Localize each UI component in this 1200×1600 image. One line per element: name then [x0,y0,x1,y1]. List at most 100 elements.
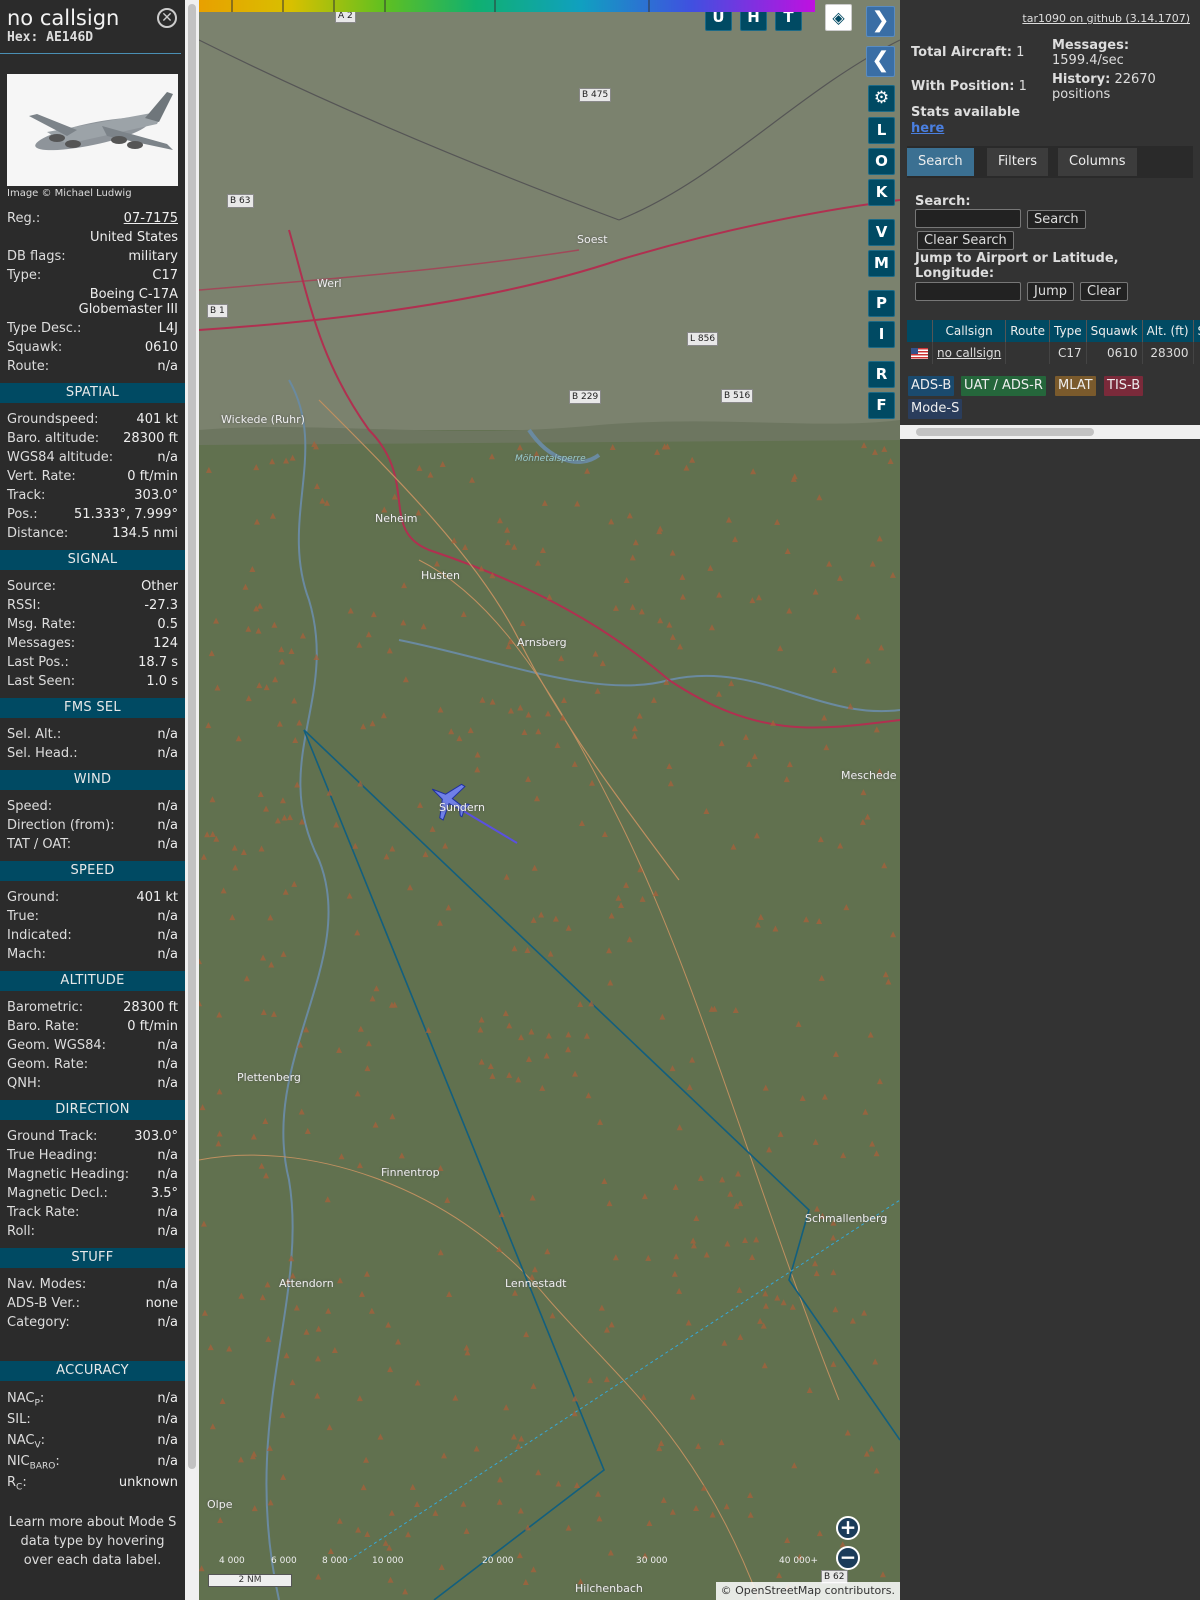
aircraft-photo[interactable] [7,74,178,186]
info-key[interactable]: Track Rate: [7,1203,79,1222]
jump-button[interactable]: Jump [1027,282,1074,301]
accuracy-key[interactable]: NICBARO: [7,1451,60,1472]
button-i[interactable]: I [868,321,895,348]
column-header[interactable] [907,320,933,342]
button-r[interactable]: R [868,361,895,388]
table-horizontal-scrollbar-thumb[interactable] [916,428,1094,436]
map-attribution[interactable]: © OpenStreetMap contributors. [715,1582,900,1600]
info-key[interactable]: Msg. Rate: [7,615,76,634]
button-m[interactable]: M [868,250,895,277]
accuracy-key[interactable]: NACP: [7,1388,44,1409]
info-key[interactable]: Geom. WGS84: [7,1036,106,1055]
jump-input[interactable] [915,282,1021,301]
info-key[interactable]: Track: [7,486,45,505]
sidebar-scrollbar[interactable] [185,0,199,1600]
detail-value: military [128,249,178,264]
info-key[interactable]: Category: [7,1313,70,1332]
info-value: n/a [157,947,178,962]
info-key[interactable]: Speed: [7,797,52,816]
close-icon[interactable]: ✕ [157,8,177,28]
map-view[interactable]: Soest Werl Wickede (Ruhr) Neheim Husten … [199,0,900,1600]
info-key[interactable]: ADS-B Ver.: [7,1294,80,1313]
layers-icon[interactable]: ◈ [825,4,852,31]
tab-filters[interactable]: Filters [987,148,1048,176]
clear-button[interactable]: Clear [1080,282,1128,301]
place-label-finnentrop: Finnentrop [381,1166,440,1179]
road-label-b63: B 63 [227,194,254,208]
zoom-in-icon[interactable]: + [836,1516,860,1540]
info-key[interactable]: Last Pos.: [7,653,69,672]
search-button[interactable]: Search [1027,210,1086,229]
button-k[interactable]: K [868,179,895,206]
column-header[interactable]: Route [1005,320,1051,342]
info-key[interactable]: True Heading: [7,1146,97,1165]
accuracy-key[interactable]: SIL: [7,1409,31,1430]
info-value: 3.5° [150,1186,178,1201]
info-key[interactable]: Last Seen: [7,672,75,691]
info-key[interactable]: Ground: [7,888,59,907]
info-key[interactable]: TAT / OAT: [7,835,71,854]
accuracy-key[interactable]: RC: [7,1472,27,1493]
info-key[interactable]: Direction (from): [7,816,115,835]
info-key[interactable]: RSSI: [7,596,41,615]
info-key[interactable]: Magnetic Heading: [7,1165,129,1184]
stats-link[interactable]: here [911,121,1020,137]
button-f[interactable]: F [868,392,895,419]
detail-value: C17 [152,268,178,283]
column-header[interactable]: Callsign [932,320,1007,342]
github-link[interactable]: tar1090 on github (3.14.1707) [1022,12,1190,25]
info-row: Magnetic Decl.: 3.5° [0,1184,185,1203]
table-cell [907,342,933,364]
callsign-link[interactable]: no callsign [932,342,1007,364]
column-header[interactable]: Squawk [1086,320,1143,342]
clear-search-button[interactable]: Clear Search [917,231,1014,250]
zoom-out-icon[interactable]: − [836,1546,860,1570]
info-key[interactable]: True: [7,907,39,926]
column-header[interactable]: Type [1049,320,1087,342]
messages-label: Messages: [1052,38,1130,53]
info-key[interactable]: Indicated: [7,926,72,945]
info-key[interactable]: Vert. Rate: [7,467,76,486]
section-fms-sel: FMS SEL [0,698,185,718]
gear-icon[interactable]: ⚙ [868,85,895,112]
info-key[interactable]: Sel. Alt.: [7,725,61,744]
button-v[interactable]: V [868,219,895,246]
table-row[interactable]: no callsign C17 0610 28300 [907,342,1200,364]
place-label-schmallenberg: Schmallenberg [805,1212,888,1225]
altitude-label: 20 000 [482,1556,514,1566]
info-key[interactable]: Barometric: [7,998,83,1017]
button-o[interactable]: O [868,148,895,175]
info-key[interactable]: Distance: [7,524,68,543]
accuracy-key[interactable]: NACV: [7,1430,45,1451]
chevron-left-icon[interactable]: ❮ [866,46,895,77]
accuracy-value: n/a [157,1454,178,1469]
tab-columns[interactable]: Columns [1058,148,1137,176]
detail-key: Squawk: [7,340,63,355]
info-value: n/a [157,1057,178,1072]
info-key[interactable]: Sel. Head.: [7,744,78,763]
info-key[interactable]: Magnetic Decl.: [7,1184,108,1203]
info-key[interactable]: Mach: [7,945,46,964]
sidebar-scrollbar-thumb[interactable] [188,4,196,1469]
info-key[interactable]: Roll: [7,1222,35,1241]
button-l[interactable]: L [868,117,895,144]
info-key[interactable]: Groundspeed: [7,410,98,429]
info-key[interactable]: Nav. Modes: [7,1275,86,1294]
column-header[interactable]: S [1193,320,1200,342]
button-p[interactable]: P [868,290,895,317]
column-header[interactable]: Alt. (ft) [1142,320,1194,342]
info-key[interactable]: QNH: [7,1074,41,1093]
info-key[interactable]: WGS84 altitude: [7,448,113,467]
table-horizontal-scrollbar[interactable] [900,425,1200,439]
info-key[interactable]: Source: [7,577,56,596]
info-key[interactable]: Messages: [7,634,75,653]
info-key[interactable]: Baro. Rate: [7,1017,79,1036]
search-input[interactable] [915,209,1021,228]
info-key[interactable]: Baro. altitude: [7,429,99,448]
info-key[interactable]: Ground Track: [7,1127,97,1146]
info-key[interactable]: Geom. Rate: [7,1055,88,1074]
chevron-right-icon[interactable]: ❯ [866,6,895,37]
registration-link[interactable]: 07-7175 [124,209,178,228]
info-key[interactable]: Pos.: [7,505,38,524]
tab-search[interactable]: Search [907,148,974,176]
